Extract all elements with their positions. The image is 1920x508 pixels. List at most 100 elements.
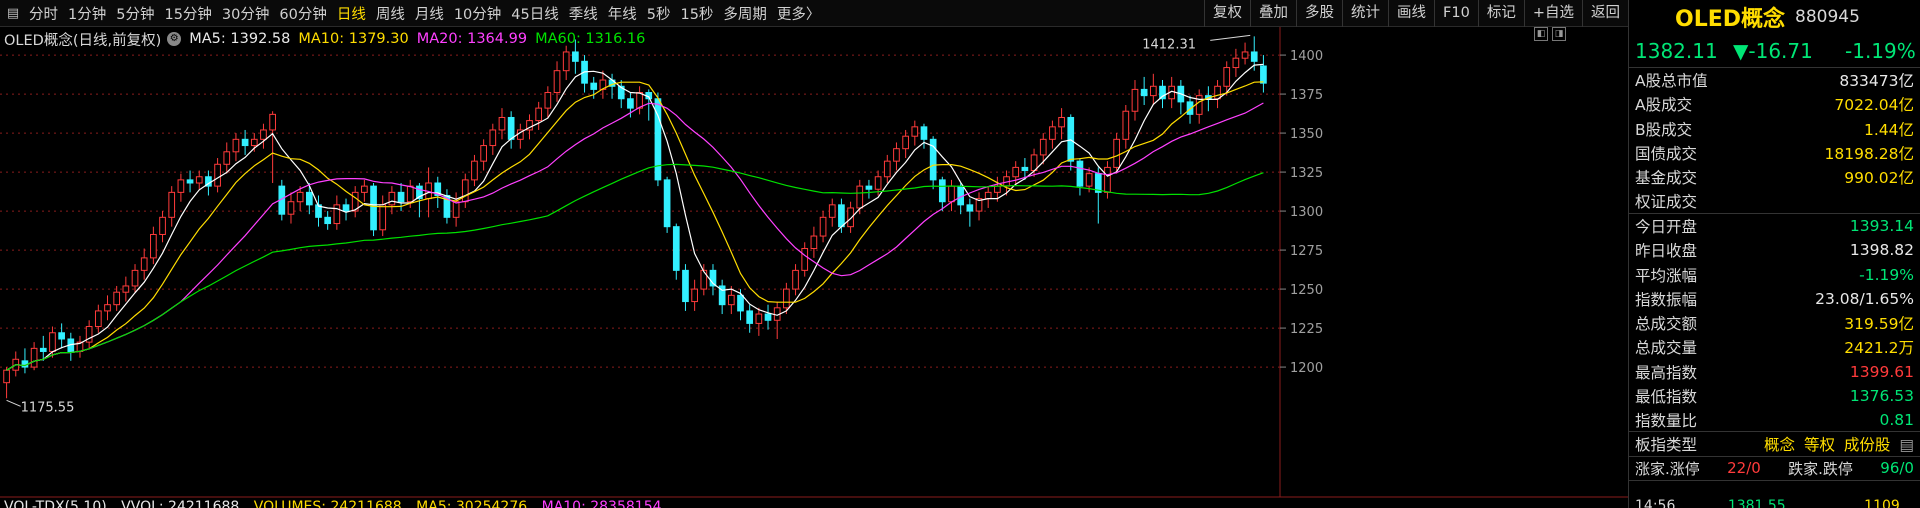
kline-chart[interactable]: 1200 1225 1250 1275 1300 1325 1350 1375 1400 1412… — [0, 27, 1628, 508]
candle-body — [104, 304, 111, 312]
quote-row: 权证成交 — [1629, 189, 1920, 214]
type-concept[interactable]: 概念 — [1764, 436, 1795, 454]
period-tab[interactable]: 日线 — [332, 3, 371, 24]
quote-row: 总成交额 319.59亿 — [1629, 311, 1920, 335]
quote-row: B股成交 1.44亿 — [1629, 117, 1920, 141]
period-tab[interactable]: 多周期 — [718, 3, 772, 24]
quote-row: A股总市值 833473亿 — [1629, 68, 1920, 92]
period-tab[interactable]: 更多〉 — [772, 3, 826, 24]
quote-row: 指数振幅 23.08/1.65% — [1629, 287, 1920, 311]
type-components[interactable]: 成份股 — [1844, 436, 1891, 454]
candle-body — [1058, 116, 1065, 128]
index-name: OLED概念 — [1675, 7, 1786, 32]
tick-row: 14:56 1381.55 1109 — [1629, 498, 1920, 508]
candle-body — [627, 98, 634, 109]
quote-row: 国债成交 18198.28亿 — [1629, 141, 1920, 165]
price-tick-label: 1275 — [1290, 244, 1323, 259]
candle-body — [572, 51, 579, 62]
quote-label: 指数量比 — [1635, 411, 1698, 430]
period-tab[interactable]: 15秒 — [675, 3, 718, 24]
period-tab[interactable]: 月线 — [410, 3, 449, 24]
candle-body — [938, 179, 946, 203]
period-tab[interactable]: 10分钟 — [449, 3, 506, 24]
candle-body — [1030, 154, 1038, 172]
candle-body — [544, 92, 552, 109]
tool-button[interactable]: F10 — [1434, 0, 1478, 27]
period-tab[interactable]: 15分钟 — [159, 3, 216, 24]
period-tab[interactable]: 1分钟 — [63, 3, 111, 24]
tool-button[interactable]: 复权 — [1204, 0, 1250, 27]
candle-body — [122, 285, 130, 293]
tool-button[interactable]: 标记 — [1477, 0, 1524, 27]
candle-body — [507, 116, 515, 140]
quote-value: 990.02亿 — [1844, 169, 1914, 188]
tick-volume: 1109 — [1864, 498, 1900, 508]
components-icon[interactable]: ▤ — [1899, 436, 1914, 454]
candle-body — [792, 269, 799, 290]
quote-row: 昨日收盘 1398.82 — [1629, 238, 1920, 262]
candle-body — [1076, 160, 1084, 187]
period-tab[interactable]: 季线 — [564, 3, 603, 24]
candle-body — [1232, 57, 1240, 69]
tool-button[interactable]: 统计 — [1342, 0, 1388, 27]
index-change: ▼-16.71 — [1733, 38, 1813, 63]
candle-body — [590, 82, 598, 90]
tick-price: 1381.55 — [1727, 498, 1786, 508]
quote-row: 基金成交 990.02亿 — [1629, 165, 1920, 189]
candle-body — [296, 191, 304, 203]
settings-icon[interactable]: ⚙ — [167, 32, 182, 46]
period-tab[interactable]: 30分钟 — [217, 3, 274, 24]
candle-body — [810, 235, 818, 250]
candle-body — [370, 185, 377, 231]
candle-body — [727, 294, 735, 306]
period-tab[interactable]: 5分钟 — [111, 3, 159, 24]
candle-body — [1021, 166, 1029, 172]
period-tab[interactable]: 周线 — [371, 3, 410, 24]
tool-button[interactable]: 多股 — [1296, 0, 1342, 27]
candle-body — [920, 126, 928, 140]
tool-button[interactable]: 画线 — [1388, 0, 1434, 27]
candle-body — [94, 310, 102, 328]
period-tab[interactable]: 5秒 — [642, 3, 676, 24]
collapse-icon[interactable]: ◧ — [1534, 27, 1548, 41]
ma5-legend: MA5: 1392.58 — [189, 31, 291, 47]
tool-button[interactable]: 叠加 — [1250, 0, 1296, 27]
candle-body — [39, 347, 47, 352]
candle-body — [397, 191, 405, 203]
down-value: 96/0 — [1880, 459, 1914, 478]
candle-body — [186, 179, 194, 184]
quote-panel: OLED概念 880945 1382.11 ▼-16.71 -1.19% A股总… — [1628, 0, 1920, 508]
candle-body — [1085, 173, 1093, 187]
quote-row: 平均涨幅 -1.19% — [1629, 262, 1920, 286]
tool-button[interactable]: 返回 — [1582, 0, 1628, 27]
period-tab[interactable]: 45日线 — [506, 3, 563, 24]
quote-value: 1393.14 — [1849, 216, 1914, 235]
quote-value: 1398.82 — [1849, 241, 1914, 260]
quote-value: -1.19% — [1859, 265, 1914, 284]
candle-body — [948, 185, 955, 203]
kline-chart-area[interactable]: 1200 1225 1250 1275 1300 1325 1350 1375 1400 1412… — [0, 27, 1628, 508]
menu-icon[interactable]: ▤ — [2, 2, 24, 24]
candle-body — [406, 185, 414, 203]
candle-body — [333, 204, 341, 225]
ma20-legend: MA20: 1364.99 — [416, 31, 528, 47]
tool-button[interactable]: +自选 — [1523, 0, 1582, 27]
quote-label: A股总市值 — [1635, 72, 1708, 91]
period-tab[interactable]: 分时 — [24, 3, 63, 24]
candle-body — [828, 204, 836, 218]
quote-value: 23.08/1.65% — [1815, 289, 1914, 308]
period-tab[interactable]: 年线 — [603, 3, 642, 24]
period-toolbar: ▤ 分时 1分钟 5分钟 15分钟 30分钟 60分钟 日线 周线 月线 10分钟 45日线 季线 年线… — [0, 0, 1628, 27]
candle-body — [819, 216, 827, 237]
candle-body — [682, 269, 689, 303]
period-tab[interactable]: 60分钟 — [274, 3, 331, 24]
expand-icon[interactable]: ◨ — [1552, 27, 1566, 41]
candle-body — [58, 332, 65, 340]
price-tick-label: 1200 — [1290, 361, 1323, 376]
candle-body — [177, 179, 185, 193]
type-equal-weight[interactable]: 等权 — [1804, 436, 1835, 454]
candle-body — [902, 135, 909, 150]
index-header: OLED概念 880945 — [1629, 0, 1920, 34]
candle-body — [1049, 126, 1056, 140]
quote-row: 今日开盘 1393.14 — [1629, 214, 1920, 238]
